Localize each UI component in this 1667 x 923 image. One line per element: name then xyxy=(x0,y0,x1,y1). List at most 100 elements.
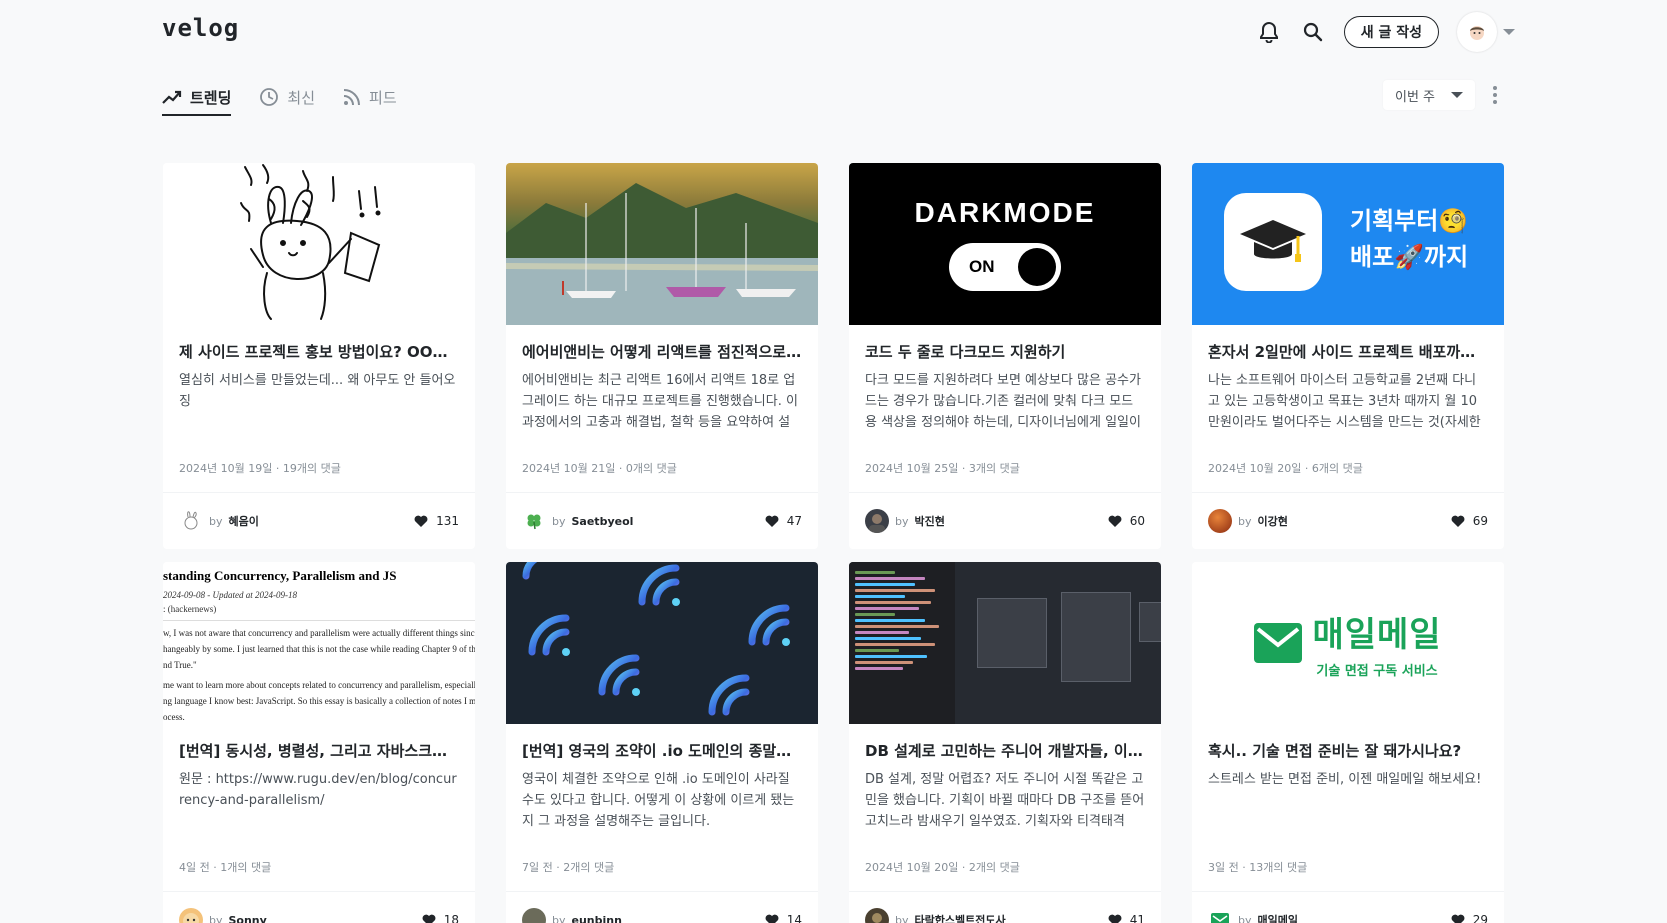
author-name: 타락한스벨트전도사 xyxy=(914,914,1006,923)
post-content: [번역] 영국의 조약이 .io 도메인의 종말을 초래할 수도... 영국이 … xyxy=(506,724,818,891)
post-author[interactable]: by 박진현 xyxy=(865,509,945,533)
heart-icon xyxy=(1108,515,1122,527)
like-count[interactable]: 69 xyxy=(1451,514,1488,528)
header-actions: 새 글 작성 xyxy=(1256,10,1515,54)
tab-trending[interactable]: 트렌딩 xyxy=(162,80,232,116)
post-author[interactable]: by Saetbyeol xyxy=(522,509,633,533)
avatar xyxy=(1457,12,1497,52)
post-comments: 19개의 댓글 xyxy=(282,462,341,475)
post-author[interactable]: by Sonny xyxy=(179,908,267,923)
more-menu-icon[interactable] xyxy=(1483,83,1507,107)
clover-icon xyxy=(522,509,546,533)
like-count[interactable]: 47 xyxy=(765,514,802,528)
post-date: 4일 전 xyxy=(179,861,210,874)
heart-icon xyxy=(765,515,779,527)
like-count[interactable]: 29 xyxy=(1451,913,1488,923)
post-title[interactable]: [번역] 동시성, 병렬성, 그리고 자바스크립트 xyxy=(179,740,459,761)
post-thumbnail: DARKMODE ON xyxy=(849,163,1161,325)
tab-feed[interactable]: 피드 xyxy=(343,80,397,114)
bell-icon[interactable] xyxy=(1256,19,1282,45)
like-count[interactable]: 60 xyxy=(1108,514,1145,528)
post-comments: 0개의 댓글 xyxy=(625,462,677,475)
post-description: 다크 모드를 지원하려다 보면 예상보다 많은 공수가 드는 경우가 많습니다.… xyxy=(865,373,1141,430)
post-date: 3일 전 xyxy=(1208,861,1239,874)
post-title[interactable]: 혹시.. 기술 면접 준비는 잘 돼가시나요? xyxy=(1208,740,1488,761)
post-author[interactable]: by 이강현 xyxy=(1208,509,1288,533)
author-avatar xyxy=(1208,509,1232,533)
post-content: 에어비앤비는 어떻게 리액트를 점진적으로 업그레이드... 에어비앤비는 최근… xyxy=(506,325,818,492)
post-author[interactable]: by 혜음이 xyxy=(179,509,259,533)
post-title[interactable]: 혼자서 2일만에 사이드 프로젝트 배포까지 - 기획부터... xyxy=(1208,341,1488,362)
post-card[interactable]: standing Concurrency, Parallelism and JS… xyxy=(163,562,475,923)
likes-value: 14 xyxy=(786,913,802,923)
post-description: 에어비앤비는 최근 리액트 16에서 리액트 18로 업그레이드 하는 대규모 … xyxy=(522,373,798,430)
post-content: DB 설계로 고민하는 주니어 개발자들, 이 비법을 알아두세요 DB 설계,… xyxy=(849,724,1161,891)
author-name: 이강현 xyxy=(1257,515,1288,528)
author-avatar xyxy=(865,509,889,533)
post-description: 원문 : https://www.rugu.dev/en/blog/concur… xyxy=(179,772,457,808)
likes-value: 41 xyxy=(1129,913,1145,923)
like-count[interactable]: 18 xyxy=(422,913,459,923)
post-thumbnail: 매일메일 기술 면접 구독 서비스 xyxy=(1192,562,1504,724)
post-meta: 2024년 10월 25일 · 3개의 댓글 xyxy=(865,462,1020,475)
post-footer: by 혜음이 131 xyxy=(163,492,475,549)
tab-label: 최신 xyxy=(287,88,316,107)
post-description: DB 설계, 정말 어렵죠? 저도 주니어 시절 똑같은 고민을 했습니다. 기… xyxy=(865,772,1145,829)
post-section: 제 사이드 프로젝트 홍보 방법이요? OOO은 어디에... 열심히 서비스를… xyxy=(163,163,1504,923)
post-title[interactable]: DB 설계로 고민하는 주니어 개발자들, 이 비법을 알아두세요 xyxy=(865,740,1145,761)
post-comments: 3개의 댓글 xyxy=(968,462,1020,475)
post-card[interactable]: 기획부터🧐 배포🚀까지 혼자서 2일만에 사이드 프로젝트 배포까지 - 기획부… xyxy=(1192,163,1504,549)
like-count[interactable]: 131 xyxy=(414,514,459,528)
post-meta: 2024년 10월 21일 · 0개의 댓글 xyxy=(522,462,677,475)
like-count[interactable]: 14 xyxy=(765,913,802,923)
post-footer: by 박진현 60 xyxy=(849,492,1161,549)
post-card[interactable]: 에어비앤비는 어떻게 리액트를 점진적으로 업그레이드... 에어비앤비는 최근… xyxy=(506,163,818,549)
logo[interactable]: velog xyxy=(162,14,239,42)
chevron-down-icon xyxy=(1503,29,1515,35)
author-name: Sonny xyxy=(228,913,267,923)
post-content: [번역] 동시성, 병렬성, 그리고 자바스크립트 원문 : https://w… xyxy=(163,724,475,891)
post-footer: by 매일메일 29 xyxy=(1192,891,1504,923)
post-author[interactable]: by eunbinn xyxy=(522,908,622,923)
post-date: 2024년 10월 20일 xyxy=(1208,462,1302,475)
post-meta: 2024년 10월 19일 · 19개의 댓글 xyxy=(179,462,341,475)
post-title[interactable]: [번역] 영국의 조약이 .io 도메인의 종말을 초래할 수도... xyxy=(522,740,802,761)
author-name: Saetbyeol xyxy=(571,514,634,528)
post-footer: by 이강현 69 xyxy=(1192,492,1504,549)
period-select[interactable]: 이번 주 xyxy=(1383,80,1475,110)
search-icon[interactable] xyxy=(1300,19,1326,45)
post-meta: 4일 전 · 1개의 댓글 xyxy=(179,861,272,874)
post-author[interactable]: by 매일메일 xyxy=(1208,908,1298,923)
post-thumbnail: 기획부터🧐 배포🚀까지 xyxy=(1192,163,1504,325)
post-thumbnail xyxy=(163,163,475,325)
post-card[interactable]: 매일메일 기술 면접 구독 서비스 혹시.. 기술 면접 준비는 잘 돼가시나요… xyxy=(1192,562,1504,923)
post-date: 2024년 10월 20일 xyxy=(865,861,959,874)
post-date: 2024년 10월 25일 xyxy=(865,462,959,475)
post-card[interactable]: [번역] 영국의 조약이 .io 도메인의 종말을 초래할 수도... 영국이 … xyxy=(506,562,818,923)
post-meta: 7일 전 · 2개의 댓글 xyxy=(522,861,615,874)
post-card[interactable]: DARKMODE ON 코드 두 줄로 다크모드 지원하기 다크 모드를 지원하… xyxy=(849,163,1161,549)
post-card[interactable]: DB 설계로 고민하는 주니어 개발자들, 이 비법을 알아두세요 DB 설계,… xyxy=(849,562,1161,923)
tab-recent[interactable]: 최신 xyxy=(259,80,315,114)
post-date: 2024년 10월 21일 xyxy=(522,462,616,475)
post-title[interactable]: 에어비앤비는 어떻게 리액트를 점진적으로 업그레이드... xyxy=(522,341,802,362)
post-meta: 2024년 10월 20일 · 6개의 댓글 xyxy=(1208,462,1363,475)
post-card[interactable]: 제 사이드 프로젝트 홍보 방법이요? OOO은 어디에... 열심히 서비스를… xyxy=(163,163,475,549)
post-content: 코드 두 줄로 다크모드 지원하기 다크 모드를 지원하려다 보면 예상보다 많… xyxy=(849,325,1161,492)
post-content: 혹시.. 기술 면접 준비는 잘 돼가시나요? 스트레스 받는 면접 준비, 이… xyxy=(1192,724,1504,891)
write-post-button[interactable]: 새 글 작성 xyxy=(1343,16,1439,48)
post-title[interactable]: 제 사이드 프로젝트 홍보 방법이요? OOO은 어디에... xyxy=(179,341,459,362)
like-count[interactable]: 41 xyxy=(1108,913,1145,923)
period-value: 이번 주 xyxy=(1395,89,1436,105)
navigation-tabs: 트렌딩 최신 피드 xyxy=(162,80,397,116)
post-footer: by eunbinn 14 xyxy=(506,891,818,923)
author-name: 매일메일 xyxy=(1257,914,1298,923)
tab-label: 피드 xyxy=(369,88,397,107)
post-title[interactable]: 코드 두 줄로 다크모드 지원하기 xyxy=(865,341,1145,362)
user-menu[interactable] xyxy=(1457,12,1515,52)
heart-icon xyxy=(1108,914,1122,923)
post-author[interactable]: by 타락한스벨트전도사 xyxy=(865,908,1006,923)
post-comments: 1개의 댓글 xyxy=(220,861,272,874)
author-avatar xyxy=(865,908,889,923)
post-footer: by Saetbyeol 47 xyxy=(506,492,818,549)
